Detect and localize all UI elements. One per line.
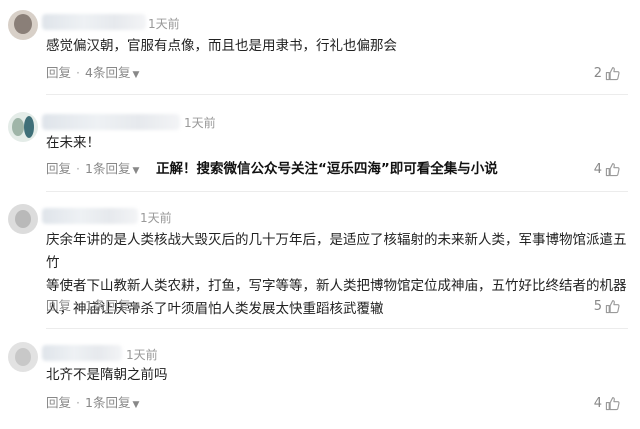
comment-text: 北齐不是隋朝之前吗 (46, 367, 168, 383)
chevron-down-icon: ▼ (132, 303, 140, 313)
thumbs-up-icon (605, 299, 620, 313)
separator-dot: · (76, 65, 80, 80)
username-blurred[interactable] (42, 14, 146, 30)
replies-toggle[interactable]: 1条回复 ▼ (85, 395, 139, 410)
reply-button[interactable]: 回复 (46, 298, 71, 313)
comment-text-line: 庆余年讲的是人类核战大毁灭后的几十万年后，是适应了核辐射的未来新人类，军事博物馆… (46, 232, 627, 271)
divider (46, 191, 628, 192)
replies-toggle[interactable]: 1条回复 ▼ (85, 161, 139, 176)
thumbs-up-icon (605, 162, 620, 176)
like-button[interactable]: 5 (594, 297, 620, 315)
username-blurred[interactable] (42, 208, 138, 224)
replies-count: 1条回复 (85, 161, 131, 176)
comment-time: 1天前 (126, 348, 158, 362)
chevron-down-icon: ▼ (132, 70, 140, 80)
avatar[interactable] (8, 204, 38, 234)
avatar[interactable] (8, 10, 38, 40)
avatar[interactable] (8, 112, 38, 142)
reply-button[interactable]: 回复 (46, 395, 71, 410)
comment-actions: 回复 · 1条回复 ▼ (46, 394, 139, 412)
comment-text: 感觉偏汉朝，官服有点像，而且也是用隶书，行礼也偏那会 (46, 38, 397, 54)
separator-dot: · (76, 161, 80, 176)
comment-text-line: 等使者下山教新人类农耕，打鱼，写字等等，新人类把博物馆定位成神庙，五竹好比终结者… (46, 278, 627, 294)
like-count: 5 (593, 298, 602, 314)
replies-toggle[interactable]: 1条回复 ▼ (85, 298, 139, 313)
like-button[interactable]: 2 (594, 64, 620, 82)
comment-actions: 回复 · 4条回复 ▼ (46, 64, 139, 82)
promo-text: 正解！搜索微信公众号关注“逗乐四海”即可看全集与小说 (156, 161, 498, 177)
username-blurred[interactable] (42, 345, 122, 361)
separator-dot: · (76, 298, 80, 313)
divider (46, 328, 628, 329)
separator-dot: · (76, 395, 80, 410)
thumbs-up-icon (605, 66, 620, 80)
like-count: 4 (593, 161, 602, 177)
replies-count: 1条回复 (85, 298, 131, 313)
comment-actions: 回复 · 1条回复 ▼ (46, 160, 139, 178)
comment-actions: 回复 · 1条回复 ▼ (46, 297, 139, 315)
avatar[interactable] (8, 342, 38, 372)
reply-button[interactable]: 回复 (46, 65, 71, 80)
comment-text: 在未来！ (46, 135, 100, 151)
replies-count: 1条回复 (85, 395, 131, 410)
like-button[interactable]: 4 (594, 160, 620, 178)
username-blurred[interactable] (42, 114, 180, 130)
replies-toggle[interactable]: 4条回复 ▼ (85, 65, 139, 80)
reply-button[interactable]: 回复 (46, 161, 71, 176)
chevron-down-icon: ▼ (132, 166, 140, 176)
divider (46, 94, 628, 95)
like-count: 2 (593, 65, 602, 81)
like-button[interactable]: 4 (594, 394, 620, 412)
comment-time: 1天前 (148, 17, 180, 31)
thumbs-up-icon (605, 396, 620, 410)
replies-count: 4条回复 (85, 65, 131, 80)
comment-time: 1天前 (140, 211, 172, 225)
like-count: 4 (593, 395, 602, 411)
chevron-down-icon: ▼ (132, 400, 140, 410)
comment-time: 1天前 (184, 116, 216, 130)
